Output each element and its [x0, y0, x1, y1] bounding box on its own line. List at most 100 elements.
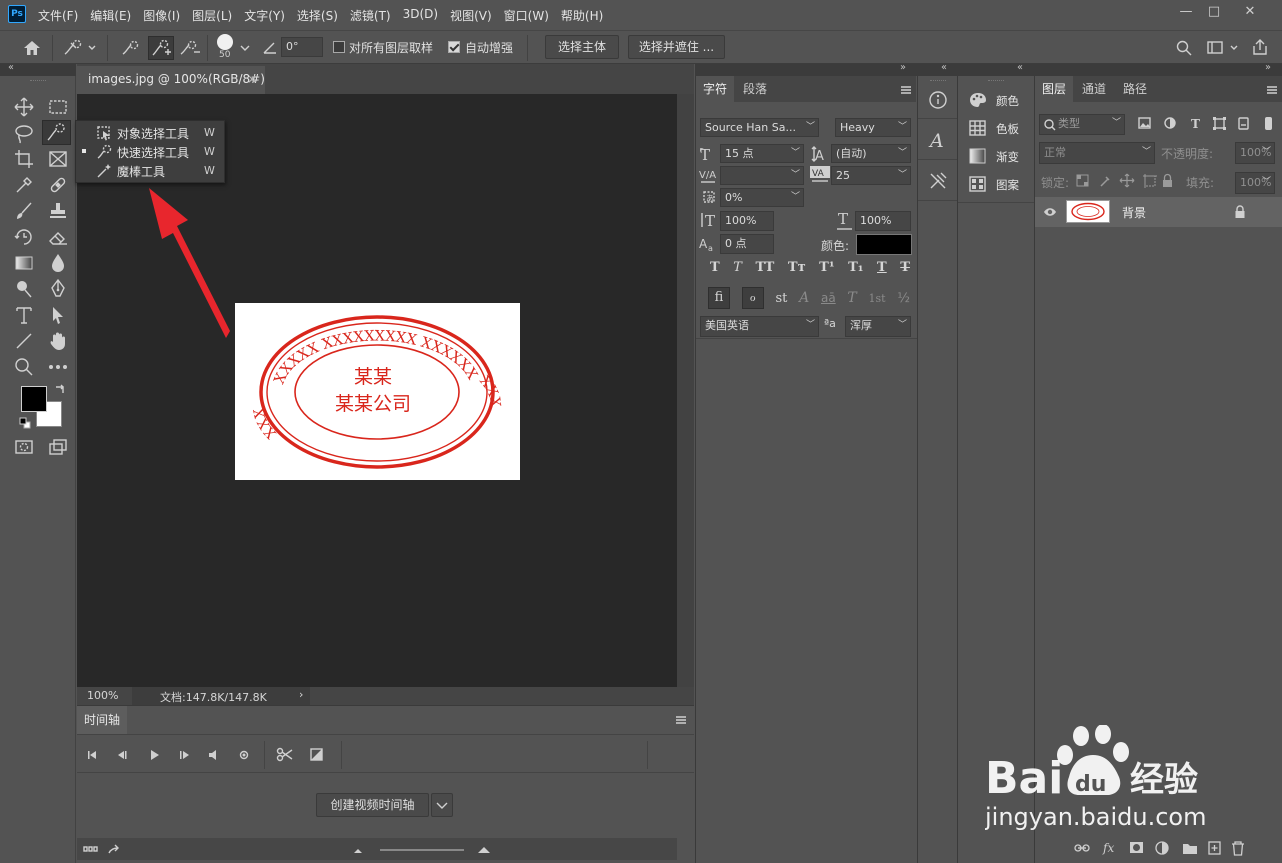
- titling-alternates-button[interactable]: T: [847, 290, 856, 306]
- collapse-icon[interactable]: ››: [900, 62, 906, 73]
- workspace-icon[interactable]: [1206, 39, 1240, 57]
- layer-row-background[interactable]: 背景: [1035, 197, 1282, 227]
- document-image[interactable]: XXXXX XXXXXXXXX XXXXXX XXX XXX 某某 某某公司: [235, 303, 520, 480]
- kerning-select[interactable]: ﹀: [720, 166, 804, 185]
- ordinals-button[interactable]: 1st: [869, 292, 886, 305]
- font-size-select[interactable]: 15 点 ﹀: [720, 144, 804, 163]
- quick-mask-icon[interactable]: [13, 436, 35, 458]
- audio-icon[interactable]: [209, 750, 216, 760]
- pen-tool-icon[interactable]: [47, 278, 69, 300]
- magic-wand-tool-item[interactable]: 魔棒工具 W: [76, 161, 226, 180]
- language-select[interactable]: 美国英语 ﹀: [700, 316, 819, 337]
- menu-edit[interactable]: 编辑(E): [90, 7, 131, 24]
- fill-field[interactable]: 100% ﹀: [1235, 172, 1275, 194]
- tab-close-icon[interactable]: ×: [247, 66, 257, 92]
- transition-icon[interactable]: [309, 747, 325, 763]
- quick-selection-tool-item[interactable]: 快速选择工具 W: [76, 142, 226, 161]
- panel-menu-icon[interactable]: [900, 85, 912, 95]
- glyphs-icon[interactable]: A: [927, 129, 949, 151]
- tracking-select[interactable]: 25 ﹀: [831, 166, 911, 185]
- tab-character[interactable]: 字符: [696, 76, 734, 102]
- hand-tool-icon[interactable]: [47, 330, 69, 352]
- fractions-button[interactable]: ½: [897, 291, 910, 306]
- stylistic-alternates-button[interactable]: aā: [821, 291, 836, 305]
- zoom-level[interactable]: 100%: [87, 689, 118, 702]
- layer-name[interactable]: 背景: [1122, 204, 1146, 221]
- collapse-icon[interactable]: ‹‹: [1017, 62, 1023, 73]
- blur-tool-icon[interactable]: [47, 252, 69, 274]
- vertical-scrollbar[interactable]: [677, 94, 694, 687]
- swash-button[interactable]: A: [799, 290, 809, 306]
- document-tab[interactable]: images.jpg @ 100%(RGB/8#) ×: [77, 66, 265, 94]
- subscript-button[interactable]: T₁: [848, 260, 863, 282]
- menu-filter[interactable]: 滤镜(T): [350, 7, 391, 24]
- share-icon[interactable]: [1250, 37, 1270, 57]
- collapse-icon[interactable]: ››: [1265, 62, 1271, 73]
- auto-enhance-checkbox[interactable]: [448, 41, 460, 53]
- quick-selection-tool-button[interactable]: [42, 120, 71, 145]
- frame-tool-icon[interactable]: [47, 148, 69, 170]
- brush-size-preview[interactable]: [217, 34, 233, 50]
- layers-footer-icons[interactable]: fx: [1074, 839, 1279, 857]
- home-icon[interactable]: [22, 38, 42, 58]
- menu-help[interactable]: 帮助(H): [561, 7, 603, 24]
- crop-tool-icon[interactable]: [13, 148, 35, 170]
- type-tool-icon[interactable]: [13, 304, 35, 326]
- lasso-tool-icon[interactable]: [13, 122, 35, 144]
- color-panel-button[interactable]: 颜色: [968, 89, 1032, 111]
- discretionary-ligatures-button[interactable]: st: [775, 291, 787, 306]
- layer-filter-select[interactable]: 类型 ﹀: [1039, 114, 1125, 135]
- eraser-tool-icon[interactable]: [47, 226, 69, 248]
- tab-paths[interactable]: 路径: [1115, 76, 1155, 102]
- sample-all-layers-checkbox[interactable]: [333, 41, 345, 53]
- menu-3d[interactable]: 3D(D): [403, 7, 438, 24]
- more-tools-icon[interactable]: [47, 356, 69, 378]
- font-family-select[interactable]: Source Han Sa... ﹀: [700, 118, 819, 137]
- chevron-down-icon[interactable]: [239, 43, 251, 53]
- minimize-button[interactable]: —: [1172, 4, 1200, 22]
- marquee-tool-icon[interactable]: [47, 96, 69, 118]
- timeline-footer-icons[interactable]: [83, 844, 123, 856]
- search-icon[interactable]: [1175, 39, 1193, 57]
- superscript-button[interactable]: T¹: [819, 260, 834, 282]
- previous-frame-icon[interactable]: [118, 751, 127, 759]
- brush-tool-icon[interactable]: [13, 200, 35, 222]
- baseline-shift-field[interactable]: 0 点: [720, 234, 774, 254]
- patterns-panel-button[interactable]: 图案: [968, 173, 1032, 195]
- faux-bold-button[interactable]: T: [710, 260, 720, 282]
- select-subject-button[interactable]: 选择主体: [545, 35, 619, 59]
- tsume-select[interactable]: 0% ﹀: [720, 188, 804, 207]
- tool-preset-picker[interactable]: [62, 39, 96, 57]
- zoom-slider[interactable]: [352, 844, 492, 856]
- status-menu-arrow[interactable]: ›: [299, 688, 303, 701]
- line-tool-icon[interactable]: [13, 330, 35, 352]
- small-caps-button[interactable]: Tт: [788, 260, 806, 282]
- new-selection-icon[interactable]: [120, 39, 140, 57]
- tab-paragraph[interactable]: 段落: [736, 76, 774, 102]
- menu-layer[interactable]: 图层(L): [192, 7, 232, 24]
- panel-menu-icon[interactable]: [1266, 85, 1278, 95]
- contextual-alternates-button[interactable]: ℴ: [741, 287, 764, 309]
- timeline-tab[interactable]: 时间轴: [77, 706, 127, 734]
- play-icon[interactable]: [151, 750, 159, 760]
- menu-type[interactable]: 文字(Y): [244, 7, 285, 24]
- swatches-panel-button[interactable]: 色板: [968, 117, 1032, 139]
- strikethrough-button[interactable]: T: [900, 260, 910, 282]
- anti-alias-select[interactable]: 浑厚 ﹀: [845, 316, 911, 337]
- menu-select[interactable]: 选择(S): [297, 7, 338, 24]
- angle-field[interactable]: 0°: [281, 37, 323, 57]
- add-to-selection-button[interactable]: [148, 36, 174, 60]
- eye-visibility-icon[interactable]: [1043, 206, 1057, 218]
- all-caps-button[interactable]: TT: [755, 260, 774, 282]
- collapse-icon[interactable]: ‹‹: [941, 62, 947, 73]
- menu-image[interactable]: 图像(I): [143, 7, 180, 24]
- zoom-tool-icon[interactable]: [13, 356, 35, 378]
- gradients-panel-button[interactable]: 渐变: [968, 145, 1032, 167]
- dodge-tool-icon[interactable]: [13, 278, 35, 300]
- menu-file[interactable]: 文件(F): [38, 7, 78, 24]
- settings-gear-icon[interactable]: [239, 750, 249, 760]
- panel-menu-icon[interactable]: [675, 715, 687, 725]
- default-colors-icon[interactable]: [19, 417, 31, 429]
- underline-button[interactable]: T: [877, 260, 887, 282]
- document-info[interactable]: 文档:147.8K/147.8K: [160, 689, 267, 705]
